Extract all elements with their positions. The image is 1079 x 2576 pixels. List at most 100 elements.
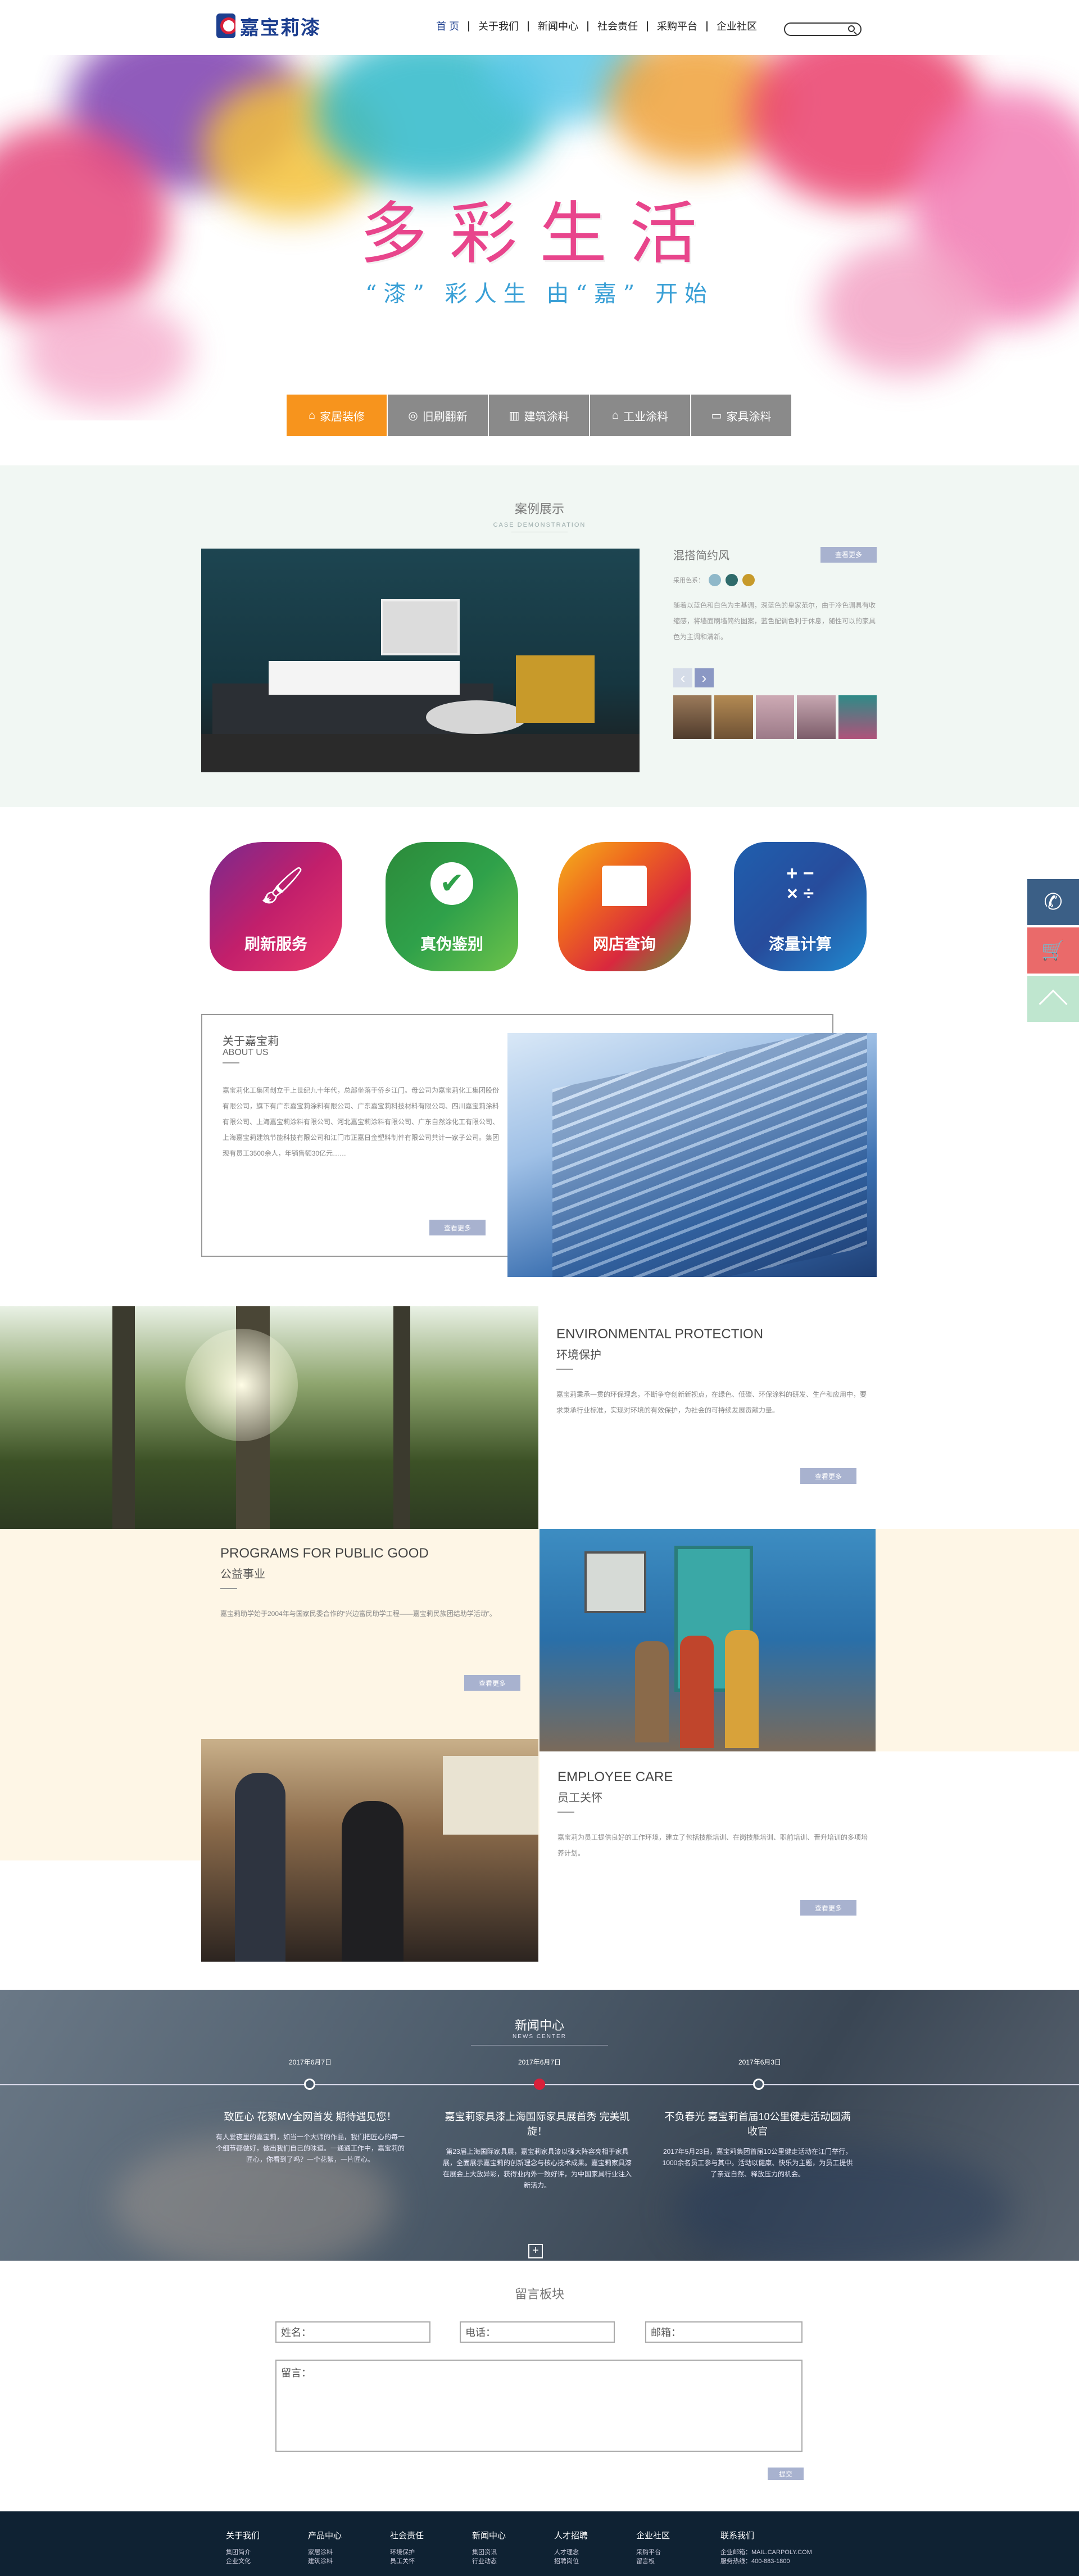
public-more-button[interactable]: 查看更多 <box>464 1675 520 1691</box>
tab-industrial[interactable]: ⌂ 工业涂料 <box>590 395 691 436</box>
colors-label: 采用色系： <box>673 577 704 584</box>
footer-col: 新闻中心 集团资讯 行业动态 <box>472 2529 506 2566</box>
search-input[interactable] <box>784 22 862 36</box>
case-thumbnail[interactable] <box>673 695 712 739</box>
contact-email[interactable]: 企业邮箱：MAIL.CARPOLY.COM <box>720 2548 812 2557</box>
cart-icon: 🛒 <box>1041 940 1066 961</box>
footer-link[interactable]: 员工关怀 <box>390 2557 424 2566</box>
nav-item-social[interactable]: 社会责任 <box>587 21 647 31</box>
footer-link[interactable]: 集团资讯 <box>472 2548 506 2557</box>
case-photo[interactable] <box>201 549 640 772</box>
service-store[interactable]: 网店查询 <box>552 836 696 984</box>
service-calculator[interactable]: + − × ÷ 漆量计算 <box>728 836 872 984</box>
footer-link[interactable]: 人才理念 <box>554 2548 588 2557</box>
next-arrow-icon[interactable]: › <box>695 668 714 687</box>
news-title: 新闻中心 <box>514 2018 564 2032</box>
footer-link[interactable]: 留言板 <box>636 2557 670 2566</box>
footer-col: 人才招聘 人才理念 招聘岗位 <box>554 2529 588 2566</box>
employee-photo <box>201 1739 538 1962</box>
case-more-button[interactable]: 查看更多 <box>820 546 877 563</box>
footer-link[interactable]: 建筑涂料 <box>308 2557 342 2566</box>
logo[interactable]: 嘉宝莉漆 <box>216 12 321 39</box>
plus-icon[interactable]: + <box>528 2244 543 2258</box>
name-field[interactable]: 姓名： <box>275 2321 430 2343</box>
service-refresh[interactable]: 🖌 刷新服务 <box>204 836 348 984</box>
submit-button[interactable]: 提交 <box>768 2468 804 2480</box>
nav-item-purchase[interactable]: 采购平台 <box>647 21 706 31</box>
footer-col-title[interactable]: 产品中心 <box>308 2529 342 2541</box>
footer-col-title[interactable]: 社会责任 <box>390 2529 424 2541</box>
refresh-icon: ◎ <box>408 409 418 422</box>
footer-link[interactable]: 环境保护 <box>390 2548 424 2557</box>
check-badge-icon: ✔ <box>430 862 473 905</box>
news-item[interactable]: 致匠心 花絮MV全网首发 期待遇见您！ 有人爱夜里的嘉宝莉，如当一个大师的作品，… <box>215 2109 406 2165</box>
prev-arrow-icon[interactable]: ‹ <box>673 668 692 687</box>
timeline-dot[interactable] <box>304 2079 315 2090</box>
footer-link[interactable]: 企业文化 <box>226 2557 260 2566</box>
tab-home-decor[interactable]: ⌂ 家居装修 <box>287 395 388 436</box>
case-thumbnail[interactable] <box>755 695 795 739</box>
news-item-title[interactable]: 不负春光 嘉宝莉首届10公里健走活动圆满收官 <box>662 2109 853 2138</box>
footer-col-title[interactable]: 关于我们 <box>226 2529 260 2541</box>
news-item[interactable]: 嘉宝莉家具漆上海国际家具展首秀 完美凯旋！ 第23届上海国际家具展，嘉宝莉家具漆… <box>442 2109 633 2191</box>
case-thumbnail[interactable] <box>838 695 877 739</box>
nav-item-community[interactable]: 企业社区 <box>706 21 766 31</box>
banner-slogan: 多彩生活 <box>360 195 719 273</box>
side-phone-button[interactable]: ✆ <box>1027 879 1079 925</box>
color-swatch[interactable] <box>742 574 755 586</box>
tab-furniture[interactable]: ▭ 家具涂料 <box>691 395 792 436</box>
color-swatch[interactable] <box>709 574 721 586</box>
news-item[interactable]: 不负春光 嘉宝莉首届10公里健走活动圆满收官 2017年5月23日，嘉宝莉集团首… <box>662 2109 853 2180</box>
public-block: PROGRAMS FOR PUBLIC GOOD 公益事业 嘉宝莉助学始于200… <box>220 1546 524 1691</box>
env-more-button[interactable]: 查看更多 <box>800 1468 856 1484</box>
footer-col: 企业社区 采购平台 留言板 <box>636 2529 670 2566</box>
search-icon[interactable] <box>848 25 855 32</box>
footer-col-title[interactable]: 新闻中心 <box>472 2529 506 2541</box>
timeline-dot-active[interactable] <box>534 2079 545 2090</box>
footer-col-title[interactable]: 人才招聘 <box>554 2529 588 2541</box>
tab-refresh[interactable]: ◎ 旧刷翻新 <box>388 395 489 436</box>
nav-item-home[interactable]: 首 页 <box>427 21 468 31</box>
email-field[interactable]: 邮箱： <box>645 2321 803 2343</box>
color-swatch[interactable] <box>726 574 738 586</box>
footer-link[interactable]: 行业动态 <box>472 2557 506 2566</box>
case-thumbnail[interactable] <box>797 695 836 739</box>
message-textarea[interactable]: 留言： <box>275 2360 803 2452</box>
news-item-text: 2017年5月23日，嘉宝莉集团首届10公里健走活动在江门举行，1000余名员工… <box>662 2148 853 2178</box>
nav-item-news[interactable]: 新闻中心 <box>528 21 587 31</box>
case-subtitle: CASE DEMONSTRATION <box>493 522 586 528</box>
timeline-dot[interactable] <box>753 2079 764 2090</box>
service-verify[interactable]: ✔ 真伪鉴别 <box>380 836 524 984</box>
employee-more-button[interactable]: 查看更多 <box>800 1900 856 1916</box>
case-thumbnail[interactable] <box>714 695 753 739</box>
main-nav: 首 页 关于我们 新闻中心 社会责任 采购平台 企业社区 <box>427 21 766 31</box>
news-item-title[interactable]: 致匠心 花絮MV全网首发 期待遇见您！ <box>215 2109 406 2124</box>
public-bg-right <box>876 1529 1079 1751</box>
tab-building[interactable]: ▥ 建筑涂料 <box>489 395 590 436</box>
employee-text: 嘉宝莉为员工提供良好的工作环境，建立了包括技能培训、在岗技能培训、职前培训、晋升… <box>557 1833 868 1857</box>
about-subtitle: ABOUT US <box>223 1048 269 1057</box>
back-to-top-button[interactable] <box>1027 976 1079 1022</box>
env-title-cn: 环境保护 <box>556 1349 601 1361</box>
about-more-button[interactable]: 查看更多 <box>429 1220 486 1235</box>
calculator-icon: + − × ÷ <box>786 863 814 904</box>
phone-field[interactable]: 电话： <box>460 2321 615 2343</box>
divider <box>557 1812 574 1813</box>
service-label: 漆量计算 <box>768 935 832 953</box>
message-title: 留言板块 <box>514 2287 564 2301</box>
news-item-title[interactable]: 嘉宝莉家具漆上海国际家具展首秀 完美凯旋！ <box>442 2109 633 2138</box>
service-label: 网店查询 <box>592 935 656 953</box>
case-name: 混搭简约风 <box>673 550 729 562</box>
footer-link[interactable]: 招聘岗位 <box>554 2557 588 2566</box>
footer-link[interactable]: 家居涂料 <box>308 2548 342 2557</box>
tab-label: 工业涂料 <box>623 410 669 423</box>
nav-item-about[interactable]: 关于我们 <box>468 21 528 31</box>
news-date: 2017年6月3日 <box>738 2058 782 2066</box>
footer-contact: 联系我们 企业邮箱：MAIL.CARPOLY.COM 服务热线：400-883-1… <box>720 2529 812 2566</box>
footer-link[interactable]: 集团简介 <box>226 2548 260 2557</box>
footer-link[interactable]: 采购平台 <box>636 2548 670 2557</box>
env-text: 嘉宝莉秉承一贯的环保理念，不断争夺创新新视点，在绿色、低碳、环保涂料的研发、生产… <box>556 1391 867 1414</box>
env-photo <box>0 1306 538 1529</box>
side-cart-button[interactable]: 🛒 <box>1027 927 1079 974</box>
footer-col-title[interactable]: 企业社区 <box>636 2529 670 2541</box>
